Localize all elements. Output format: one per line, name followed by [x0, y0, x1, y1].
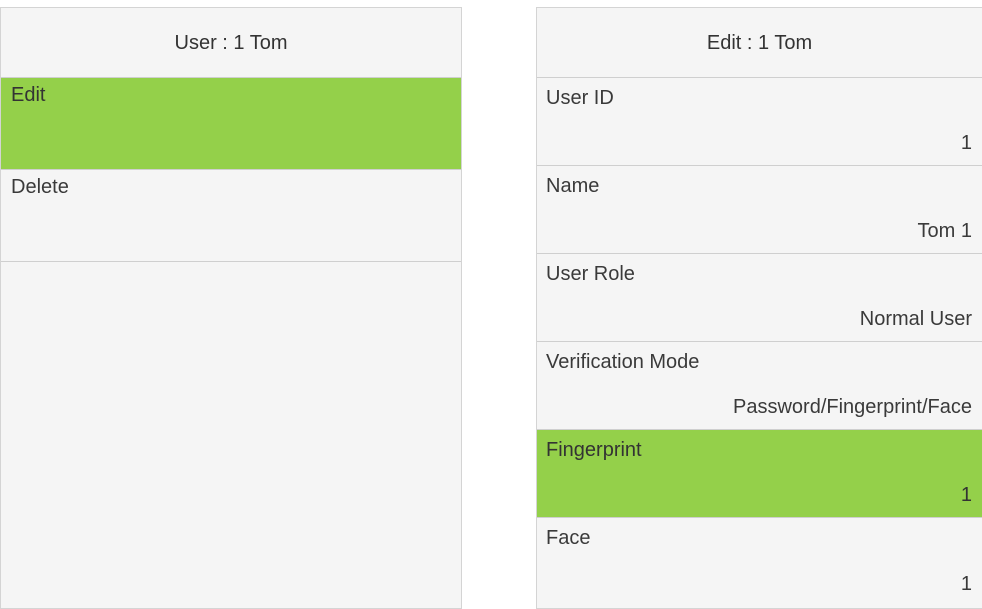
verification-mode-value: Password/Fingerprint/Face [733, 396, 972, 418]
edit-menu-item-label: Edit [11, 84, 46, 106]
face-value: 1 [960, 573, 972, 595]
user-id-field[interactable]: User ID 1 [537, 78, 982, 166]
fingerprint-field[interactable]: Fingerprint 1 [537, 430, 982, 518]
verification-mode-label: Verification Mode [546, 351, 700, 373]
user-role-field[interactable]: User Role Normal User [537, 254, 982, 342]
delete-menu-item-label: Delete [11, 176, 69, 198]
name-label: Name [546, 175, 600, 197]
user-id-label: User ID [546, 87, 614, 109]
edit-user-title: Edit : 1 Tom [537, 8, 982, 78]
verification-mode-field[interactable]: Verification Mode Password/Fingerprint/F… [537, 342, 982, 430]
fingerprint-value: 1 [960, 484, 972, 506]
face-field[interactable]: Face 1 [537, 518, 982, 606]
name-field[interactable]: Name Tom 1 [537, 166, 982, 254]
edit-user-panel: Edit : 1 Tom User ID 1 Name Tom 1 User R… [536, 7, 982, 609]
user-menu-panel: User : 1 Tom Edit Delete [0, 7, 462, 609]
user-menu-title: User : 1 Tom [1, 8, 461, 78]
edit-menu-item[interactable]: Edit [1, 78, 461, 170]
user-id-value: 1 [960, 132, 972, 154]
face-label: Face [546, 527, 591, 549]
name-value: Tom 1 [917, 220, 972, 242]
fingerprint-label: Fingerprint [546, 439, 642, 461]
user-role-value: Normal User [859, 308, 972, 330]
delete-menu-item[interactable]: Delete [1, 170, 461, 262]
user-role-label: User Role [546, 263, 635, 285]
